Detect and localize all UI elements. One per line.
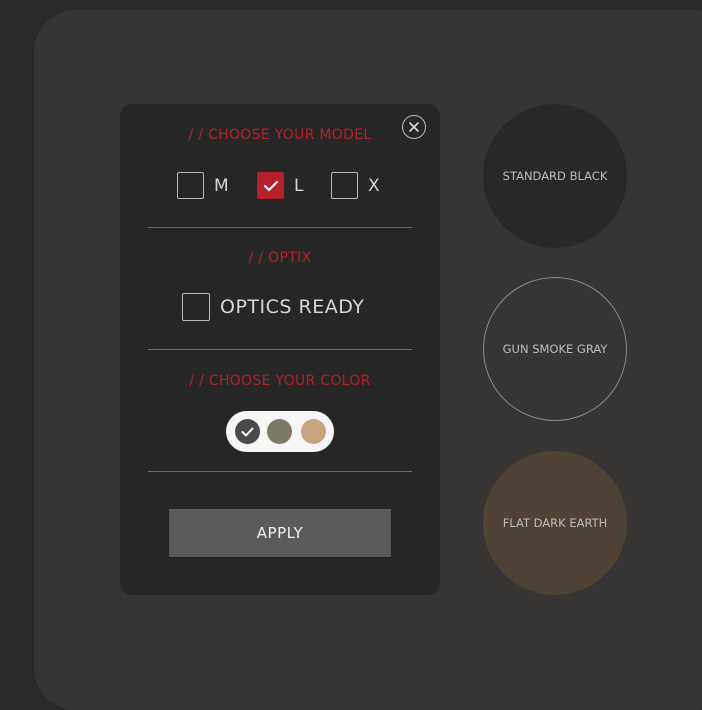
check-icon (241, 427, 254, 436)
model-option-x[interactable]: X (331, 172, 380, 199)
optics-ready-label: OPTICS READY (220, 296, 365, 318)
divider (148, 349, 412, 350)
checkbox-m[interactable] (177, 172, 204, 199)
divider (148, 227, 412, 228)
optics-ready-option[interactable]: OPTICS READY (182, 293, 364, 321)
model-label-m: M (214, 175, 229, 196)
check-icon (263, 180, 278, 191)
color-option-standard-black[interactable]: STANDARD BLACK (483, 104, 627, 248)
color-option-label: FLAT DARK EARTH (502, 516, 608, 530)
color-option-label: STANDARD BLACK (502, 169, 608, 183)
model-option-l[interactable]: L (257, 172, 303, 199)
model-section-title: / / CHOOSE YOUR MODEL (188, 127, 372, 143)
optix-section-title: / / OPTIX (248, 250, 312, 266)
apply-button[interactable]: APPLY (169, 509, 391, 557)
divider (148, 471, 412, 472)
color-swatch-picker (226, 411, 334, 452)
checkbox-x[interactable] (331, 172, 358, 199)
model-label-x: X (368, 175, 380, 196)
color-option-label: GUN SMOKE GRAY (502, 342, 608, 356)
checkbox-l[interactable] (257, 172, 284, 199)
swatch-gray[interactable] (267, 419, 292, 444)
color-option-gun-smoke-gray[interactable]: GUN SMOKE GRAY (483, 277, 627, 421)
swatch-earth[interactable] (301, 419, 326, 444)
color-option-flat-dark-earth[interactable]: FLAT DARK EARTH (483, 451, 627, 595)
color-section-title: / / CHOOSE YOUR COLOR (189, 373, 371, 389)
model-label-l: L (294, 175, 304, 196)
swatch-black[interactable] (235, 419, 260, 444)
checkbox-optics-ready[interactable] (182, 293, 210, 321)
model-option-m[interactable]: M (177, 172, 229, 199)
